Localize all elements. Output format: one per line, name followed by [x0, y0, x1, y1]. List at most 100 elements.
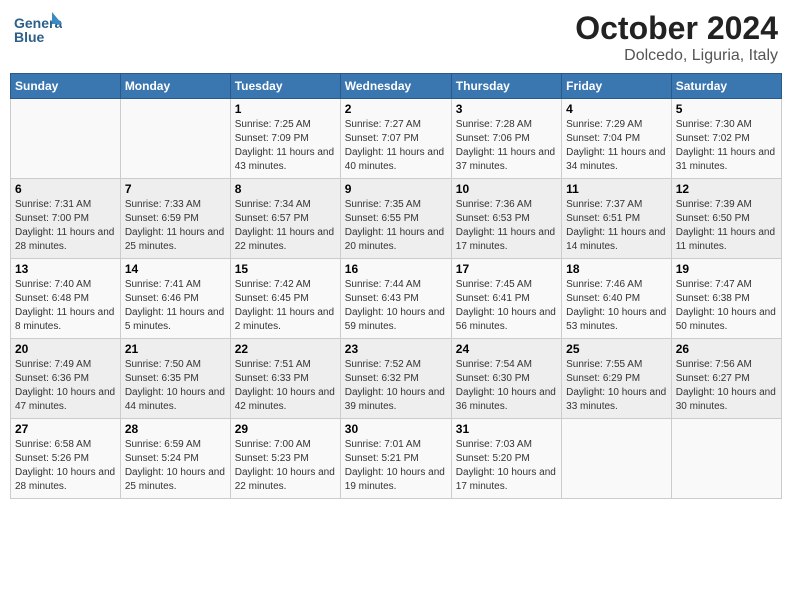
calendar-cell: 30 Sunrise: 7:01 AM Sunset: 5:21 PM Dayli…: [340, 419, 451, 499]
day-number: 2: [345, 102, 447, 116]
day-number: 17: [456, 262, 557, 276]
day-number: 5: [676, 102, 777, 116]
weekday-header: Monday: [120, 74, 230, 99]
weekday-header: Tuesday: [230, 74, 340, 99]
calendar-week-row: 20Sunrise: 7:49 AM Sunset: 6:36 PM Dayli…: [11, 339, 782, 419]
day-info: Sunrise: 7:44 AM Sunset: 6:43 PM Dayligh…: [345, 278, 447, 334]
calendar-cell: 21Sunrise: 7:50 AM Sunset: 6:35 PM Dayli…: [120, 339, 230, 419]
calendar-cell: 16Sunrise: 7:44 AM Sunset: 6:43 PM Dayli…: [340, 259, 451, 339]
calendar-cell: 5Sunrise: 7:30 AM Sunset: 7:02 PM Daylig…: [671, 99, 781, 179]
svg-text:Blue: Blue: [14, 29, 45, 45]
day-info: Sunrise: 7:56 AM Sunset: 6:27 PM Dayligh…: [676, 358, 777, 414]
day-info: Sunrise: 7:54 AM Sunset: 6:30 PM Dayligh…: [456, 358, 557, 414]
calendar-cell: 9Sunrise: 7:35 AM Sunset: 6:55 PM Daylig…: [340, 179, 451, 259]
day-info: Sunrise: 6:59 AM Sunset: 5:24 PM Dayligh…: [125, 438, 226, 494]
day-number: 13: [15, 262, 116, 276]
day-number: 20: [15, 342, 116, 356]
day-number: 4: [566, 102, 667, 116]
day-info: Sunrise: 7:34 AM Sunset: 6:57 PM Dayligh…: [235, 198, 336, 254]
day-info: Sunrise: 7:29 AM Sunset: 7:04 PM Dayligh…: [566, 118, 667, 174]
day-number: 12: [676, 182, 777, 196]
day-info: Sunrise: 7:47 AM Sunset: 6:38 PM Dayligh…: [676, 278, 777, 334]
day-info: Sunrise: 7:01 AM Sunset: 5:21 PM Dayligh…: [345, 438, 447, 494]
day-number: 10: [456, 182, 557, 196]
calendar-cell: 6 Sunrise: 7:31 AM Sunset: 7:00 PM Daylig…: [11, 179, 121, 259]
day-number: 6: [15, 182, 116, 196]
day-number: 22: [235, 342, 336, 356]
day-info: Sunrise: 7:03 AM Sunset: 5:20 PM Dayligh…: [456, 438, 557, 494]
calendar-cell: 29Sunrise: 7:00 AM Sunset: 5:23 PM Dayli…: [230, 419, 340, 499]
logo: General Blue: [14, 10, 66, 50]
day-number: 8: [235, 182, 336, 196]
day-number: 14: [125, 262, 226, 276]
calendar-cell: 13 Sunrise: 7:40 AM Sunset: 6:48 PM Dayli…: [11, 259, 121, 339]
day-info: Sunrise: 7:46 AM Sunset: 6:40 PM Dayligh…: [566, 278, 667, 334]
weekday-header: Thursday: [451, 74, 561, 99]
day-info: Sunrise: 7:52 AM Sunset: 6:32 PM Dayligh…: [345, 358, 447, 414]
day-number: 27: [15, 422, 116, 436]
title-block: October 2024 Dolcedo, Liguria, Italy: [575, 10, 778, 65]
calendar-week-row: 13 Sunrise: 7:40 AM Sunset: 6:48 PM Dayli…: [11, 259, 782, 339]
location-title: Dolcedo, Liguria, Italy: [575, 47, 778, 65]
day-number: 1: [235, 102, 336, 116]
day-number: 30: [345, 422, 447, 436]
day-number: 24: [456, 342, 557, 356]
day-info: Sunrise: 7:28 AM Sunset: 7:06 PM Dayligh…: [456, 118, 557, 174]
weekday-header: Sunday: [11, 74, 121, 99]
day-info: Sunrise: 7:39 AM Sunset: 6:50 PM Dayligh…: [676, 198, 777, 254]
weekday-header: Saturday: [671, 74, 781, 99]
calendar-cell: 25 Sunrise: 7:55 AM Sunset: 6:29 PM Dayli…: [562, 339, 672, 419]
calendar-cell: 2Sunrise: 7:27 AM Sunset: 7:07 PM Daylig…: [340, 99, 451, 179]
calendar-week-row: 27 Sunrise: 6:58 AM Sunset: 5:26 PM Dayli…: [11, 419, 782, 499]
calendar-cell: 11Sunrise: 7:37 AM Sunset: 6:51 PM Dayli…: [562, 179, 672, 259]
calendar-cell: [671, 419, 781, 499]
day-number: 11: [566, 182, 667, 196]
day-info: Sunrise: 7:50 AM Sunset: 6:35 PM Dayligh…: [125, 358, 226, 414]
day-number: 28: [125, 422, 226, 436]
day-number: 26: [676, 342, 777, 356]
calendar-cell: 10 Sunrise: 7:36 AM Sunset: 6:53 PM Dayli…: [451, 179, 561, 259]
calendar-cell: [562, 419, 672, 499]
day-info: Sunrise: 7:36 AM Sunset: 6:53 PM Dayligh…: [456, 198, 557, 254]
day-number: 18: [566, 262, 667, 276]
day-info: Sunrise: 6:58 AM Sunset: 5:26 PM Dayligh…: [15, 438, 116, 494]
calendar-cell: 26 Sunrise: 7:56 AM Sunset: 6:27 PM Dayli…: [671, 339, 781, 419]
calendar-week-row: 6 Sunrise: 7:31 AM Sunset: 7:00 PM Daylig…: [11, 179, 782, 259]
month-title: October 2024: [575, 10, 778, 47]
calendar-cell: 3 Sunrise: 7:28 AM Sunset: 7:06 PM Daylig…: [451, 99, 561, 179]
calendar-cell: 1 Sunrise: 7:25 AM Sunset: 7:09 PM Daylig…: [230, 99, 340, 179]
calendar-cell: 17Sunrise: 7:45 AM Sunset: 6:41 PM Dayli…: [451, 259, 561, 339]
calendar-cell: 20Sunrise: 7:49 AM Sunset: 6:36 PM Dayli…: [11, 339, 121, 419]
calendar-cell: [11, 99, 121, 179]
calendar-cell: 14Sunrise: 7:41 AM Sunset: 6:46 PM Dayli…: [120, 259, 230, 339]
day-info: Sunrise: 7:42 AM Sunset: 6:45 PM Dayligh…: [235, 278, 336, 334]
day-info: Sunrise: 7:35 AM Sunset: 6:55 PM Dayligh…: [345, 198, 447, 254]
day-info: Sunrise: 7:51 AM Sunset: 6:33 PM Dayligh…: [235, 358, 336, 414]
day-info: Sunrise: 7:55 AM Sunset: 6:29 PM Dayligh…: [566, 358, 667, 414]
calendar-cell: [120, 99, 230, 179]
calendar-cell: 27 Sunrise: 6:58 AM Sunset: 5:26 PM Dayli…: [11, 419, 121, 499]
day-info: Sunrise: 7:31 AM Sunset: 7:00 PM Dayligh…: [15, 198, 116, 254]
calendar-cell: 18 Sunrise: 7:46 AM Sunset: 6:40 PM Dayli…: [562, 259, 672, 339]
day-number: 23: [345, 342, 447, 356]
calendar-table: SundayMondayTuesdayWednesdayThursdayFrid…: [10, 73, 782, 499]
calendar-cell: 8 Sunrise: 7:34 AM Sunset: 6:57 PM Daylig…: [230, 179, 340, 259]
day-number: 3: [456, 102, 557, 116]
logo-icon: General Blue: [14, 10, 62, 50]
day-number: 15: [235, 262, 336, 276]
calendar-cell: 22 Sunrise: 7:51 AM Sunset: 6:33 PM Dayli…: [230, 339, 340, 419]
calendar-cell: 7Sunrise: 7:33 AM Sunset: 6:59 PM Daylig…: [120, 179, 230, 259]
calendar-cell: 31Sunrise: 7:03 AM Sunset: 5:20 PM Dayli…: [451, 419, 561, 499]
day-info: Sunrise: 7:40 AM Sunset: 6:48 PM Dayligh…: [15, 278, 116, 334]
day-number: 29: [235, 422, 336, 436]
calendar-cell: 28 Sunrise: 6:59 AM Sunset: 5:24 PM Dayli…: [120, 419, 230, 499]
calendar-cell: 4 Sunrise: 7:29 AM Sunset: 7:04 PM Daylig…: [562, 99, 672, 179]
page-header: General Blue October 2024 Dolcedo, Ligur…: [10, 10, 782, 65]
day-number: 25: [566, 342, 667, 356]
weekday-header: Friday: [562, 74, 672, 99]
day-number: 19: [676, 262, 777, 276]
weekday-header: Wednesday: [340, 74, 451, 99]
day-info: Sunrise: 7:25 AM Sunset: 7:09 PM Dayligh…: [235, 118, 336, 174]
calendar-cell: 23 Sunrise: 7:52 AM Sunset: 6:32 PM Dayli…: [340, 339, 451, 419]
day-number: 7: [125, 182, 226, 196]
